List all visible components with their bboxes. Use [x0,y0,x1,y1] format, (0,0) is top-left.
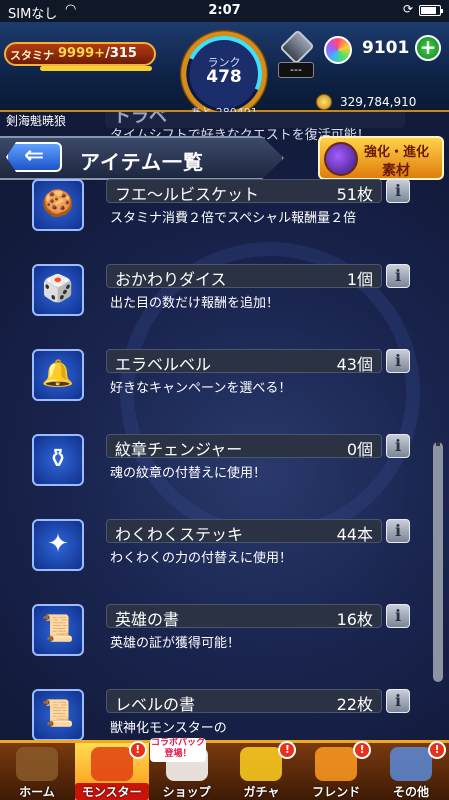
info-button[interactable]: i [386,264,410,288]
item-count: 51枚 [336,185,373,204]
biscuit-icon: 🍪 [32,179,84,231]
item-row[interactable]: 🔔 エラベルベル 43個 i 好きなキャンペーンを選べる！ [0,349,449,433]
battery-icon [419,5,443,16]
item-name-box: レベルの書 22枚 [106,689,382,714]
stamina-bar-fill [40,66,152,71]
nav-label: その他 [392,785,429,799]
rank-value: 478 [206,67,242,87]
status-bar: SIMなし ◠ 2:07 ⟳ [0,0,449,22]
gem-icon[interactable] [279,29,315,65]
nav-monster[interactable]: モンスター! [74,741,149,800]
item-row[interactable]: 🍪 フエ～ルビスケット 51枚 i スタミナ消費２倍でスペシャル報酬量２倍 [0,179,449,263]
nav-label: ショップ [162,785,211,799]
gem-count: --- [278,62,314,78]
item-description: わくわくの力の付替えに使用！ [110,551,293,566]
evolve-label: 強化・進化 [364,145,430,160]
item-name: エラベルベル [115,355,212,374]
item-name-box: わくわくステッキ 44本 [106,519,382,544]
page-title: アイテム一覧 [80,150,204,174]
gold-coin-icon [316,94,332,110]
nav-label: ガチャ [243,785,280,799]
info-button[interactable]: i [386,604,410,628]
nav-friend[interactable]: フレンド! [299,741,373,800]
item-count: 1個 [346,270,373,289]
nav-home[interactable]: ホーム [0,743,74,800]
back-button[interactable]: ⇐ [6,142,62,172]
emblem-changer-icon: ⚱ [32,434,84,486]
info-button[interactable]: i [386,349,410,373]
hero-book-icon: 📜 [32,604,84,656]
item-name-box: 紋章チェンジャー 0個 [106,434,382,459]
dice-icon: 🎲 [32,264,84,316]
item-name-box: 英雄の書 16枚 [106,604,382,629]
item-name: レベルの書 [115,695,196,714]
notification-badge: ! [278,741,297,759]
item-name: 英雄の書 [115,610,180,629]
item-count: 44本 [336,525,373,544]
evolve-material-button[interactable]: 強化・進化 素材 [318,136,444,180]
buy-orb-button[interactable]: + [415,35,441,61]
item-name: 紋章チェンジャー [115,440,243,459]
notification-badge: ! [428,741,446,759]
item-name-box: おかわりダイス 1個 [106,264,382,289]
item-description: 好きなキャンペーンを選べる！ [110,381,292,396]
collab-pack-tag: コラボパック登場！ [150,738,206,762]
info-button[interactable]: i [386,434,410,458]
info-button[interactable]: i [386,179,410,203]
orb-count: 9101 [362,38,410,58]
nav-label: モンスター [74,783,149,800]
rotation-lock-icon: ⟳ [402,2,413,16]
top-header: スタミナ 9999+/315 ランク 478 あと 280491 --- 910… [0,22,449,123]
clock: 2:07 [208,3,241,18]
back-arrow-icon: ⇐ [24,141,45,169]
info-button[interactable]: i [386,689,410,713]
nav-gacha-icon [240,747,283,781]
item-row[interactable]: 🎲 おかわりダイス 1個 i 出た目の数だけ報酬を追加！ [0,264,449,348]
nav-monster-icon [90,747,133,781]
item-description: 英雄の証が獲得可能！ [110,636,241,651]
monster-icon [324,142,358,176]
item-description: 出た目の数だけ報酬を追加！ [110,296,280,311]
item-row[interactable]: 📜 英雄の書 16枚 i 英雄の証が獲得可能！ [0,604,449,688]
item-row[interactable]: ⚱ 紋章チェンジャー 0個 i 魂の紋章の付替えに使用！ [0,434,449,518]
character-name: 剣海魁暁狼 [6,114,67,128]
item-list-screen: トラベ 剣海魁暁狼 タイムシフトで好きなクエストを復活可能！ ⇐ アイテム一覧 … [0,112,449,740]
nav-friend-icon [315,747,358,781]
item-row[interactable]: ✦ わくわくステッキ 44本 i わくわくの力の付替えに使用！ [0,519,449,603]
item-name-box: フエ～ルビスケット 51枚 [106,179,382,204]
item-name: おかわりダイス [115,270,227,289]
item-count: 22枚 [336,695,373,714]
item-name: フエ～ルビスケット [115,185,260,204]
nav-label: ホーム [19,785,55,799]
item-name: わくわくステッキ [115,525,244,544]
material-label: 素材 [382,163,410,179]
nav-other-icon [390,747,432,781]
item-count: 0個 [346,440,373,459]
stamina-value: 9999+/315 [58,46,137,61]
stick-icon: ✦ [32,519,84,571]
nav-gacha[interactable]: ガチャ! [224,741,298,800]
stamina-bar [40,66,152,71]
nav-other[interactable]: その他! [374,741,448,800]
nav-label: フレンド [312,785,361,799]
item-count: 43個 [336,355,373,374]
notification-badge: ! [353,741,372,759]
stamina-box[interactable]: スタミナ 9999+/315 [4,42,156,66]
item-count: 16枚 [336,610,373,629]
notification-badge: ! [128,741,147,759]
info-button[interactable]: i [386,519,410,543]
stamina-label: スタミナ [10,49,54,62]
level-book-icon: 📜 [32,689,84,740]
item-name-box: エラベルベル 43個 [106,349,382,374]
item-description: 獣神化モンスターの [110,721,227,736]
bottom-nav: ホーム モンスター! ショップ ガチャ! フレンド! その他! [0,740,449,800]
orb-icon [324,36,352,64]
item-description: スタミナ消費２倍でスペシャル報酬量２倍 [110,211,357,226]
scrollbar[interactable] [433,442,443,682]
item-row[interactable]: 📜 レベルの書 22枚 i 獣神化モンスターの [0,689,449,740]
nav-home-icon [16,747,58,781]
gold-amount: 329,784,910 [340,95,417,109]
item-description: 魂の紋章の付替えに使用！ [110,466,267,481]
bell-icon: 🔔 [32,349,84,401]
